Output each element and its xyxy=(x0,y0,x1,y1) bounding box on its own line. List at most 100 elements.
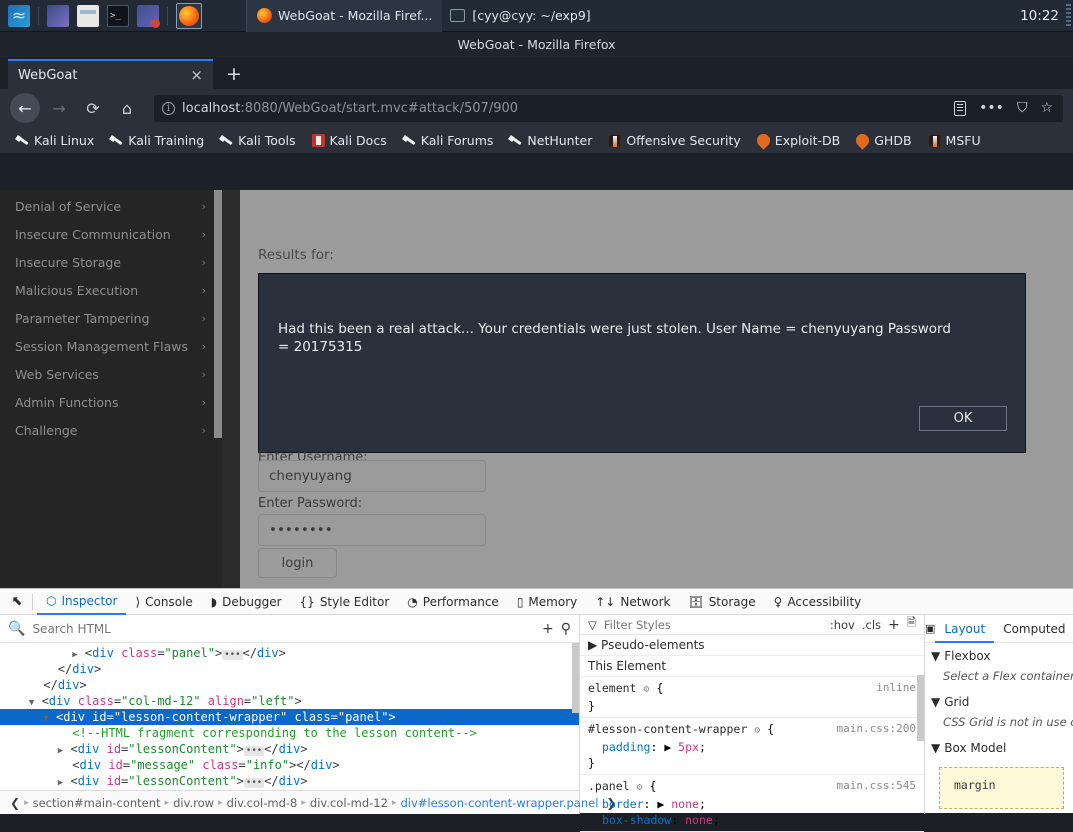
tab-network[interactable]: ↑↓ Network xyxy=(586,589,679,615)
twisty-icon[interactable]: ▶ xyxy=(58,778,63,788)
page-actions-icon[interactable]: ••• xyxy=(979,100,1004,116)
rule-source[interactable]: main.css:200 xyxy=(837,721,916,737)
sidebar-item-admin-functions[interactable]: Admin Functions › xyxy=(0,388,222,416)
gear-icon[interactable]: ⚙ xyxy=(754,725,760,736)
gear-icon[interactable]: ⚙ xyxy=(643,684,649,695)
pocket-icon[interactable]: ⛉ xyxy=(1017,100,1028,116)
bookmark-kali-docs[interactable]: Kali Docs xyxy=(304,129,395,151)
forward-icon[interactable]: → xyxy=(44,93,74,123)
twisty-icon[interactable]: ▶ xyxy=(58,746,63,756)
home-icon[interactable]: ⌂ xyxy=(112,93,142,123)
terminal-icon[interactable] xyxy=(107,4,129,27)
bookmark-exploit-db[interactable]: Exploit-DB xyxy=(749,129,848,151)
bookmark-kali-forums[interactable]: Kali Forums xyxy=(395,129,502,151)
twisty-icon[interactable]: ▶ xyxy=(72,650,77,660)
back-icon[interactable]: ← xyxy=(10,93,40,123)
twisty-icon[interactable]: ▼ xyxy=(29,698,34,708)
element-picker-icon[interactable]: ⬉ xyxy=(6,591,28,613)
markup-tree-row[interactable]: ▼ <div id="lesson-content-wrapper" class… xyxy=(0,709,579,725)
rule-source[interactable]: inline xyxy=(876,680,916,696)
ok-button[interactable]: OK xyxy=(919,406,1007,431)
breadcrumb-item-4[interactable]: div#lesson-content-wrapper.panel xyxy=(396,796,602,810)
tab-layout[interactable]: Layout xyxy=(935,615,995,643)
bookmark-ghdb[interactable]: GHDB xyxy=(848,129,919,151)
tab-performance[interactable]: ◔ Performance xyxy=(398,589,508,615)
markup-tree-row[interactable]: ▶ <div class="panel"> ••• </div> xyxy=(0,645,579,661)
username-input[interactable] xyxy=(258,460,486,492)
section-flexbox[interactable]: ▼ Flexbox xyxy=(925,643,1073,667)
css-property[interactable]: padding xyxy=(588,740,650,754)
bookmark-kali-tools[interactable]: Kali Tools xyxy=(212,129,303,151)
twisty-icon[interactable]: ▼ xyxy=(43,714,48,724)
gear-icon[interactable]: ⚙ xyxy=(636,782,642,793)
pseudo-elements-row[interactable]: ▶ Pseudo-elements xyxy=(580,635,924,656)
expand-pane-icon[interactable]: ▣ xyxy=(925,622,935,635)
bookmark-nethunter[interactable]: NetHunter xyxy=(501,129,600,151)
breadcrumb-item-1[interactable]: div.row xyxy=(169,796,218,810)
bookmark-msfu[interactable]: MSFU xyxy=(920,129,989,151)
css-rule-panel[interactable]: .panel ⚙ { main.css:545 border: ▶ none; … xyxy=(580,775,924,832)
markup-scrollbar[interactable] xyxy=(572,643,579,713)
markup-tree[interactable]: ▶ <div class="panel"> ••• </div> </div> </… xyxy=(0,643,579,790)
tab-console[interactable]: ⟩ Console xyxy=(126,589,201,615)
breadcrumb-item-2[interactable]: div.col-md-8 xyxy=(223,796,302,810)
section-grid[interactable]: ▼ Grid xyxy=(925,689,1073,713)
hov-toggle[interactable]: :hov xyxy=(830,618,855,632)
css-rule-element[interactable]: element ⚙ { inline} xyxy=(580,677,924,718)
url-bar[interactable]: i localhost:8080/WebGoat/start.mvc#attac… xyxy=(154,94,1063,122)
sidebar-item-insecure-storage[interactable]: Insecure Storage › xyxy=(0,248,222,276)
reader-mode-icon[interactable] xyxy=(954,100,967,116)
breadcrumb-prev-button[interactable]: ❮ xyxy=(6,796,24,810)
browser-tab-webgoat[interactable]: WebGoat × xyxy=(8,59,213,89)
remote-desktop-icon[interactable] xyxy=(137,4,160,28)
new-tab-button[interactable]: + xyxy=(226,65,242,84)
bookmark-kali-linux[interactable]: Kali Linux xyxy=(8,129,102,151)
markup-tree-row[interactable]: </div> xyxy=(0,661,579,677)
cls-toggle[interactable]: .cls xyxy=(862,618,881,632)
styles-scrollbar[interactable] xyxy=(917,675,924,741)
sidebar-item-insecure-communication[interactable]: Insecure Communication › xyxy=(0,220,222,248)
sidebar-item-session-management-flaws[interactable]: Session Management Flaws › xyxy=(0,332,222,360)
css-rule-lesson-content-wrapper[interactable]: #lesson-content-wrapper ⚙ { main.css:200… xyxy=(580,718,924,775)
reload-icon[interactable]: ⟳ xyxy=(78,93,108,123)
close-icon[interactable]: × xyxy=(190,67,203,83)
add-node-icon[interactable]: + xyxy=(542,621,554,637)
filter-styles-input[interactable] xyxy=(603,617,823,632)
markup-tree-row[interactable]: ▶ <div id="lessonContent"> ••• </div> xyxy=(0,773,579,789)
tab-storage[interactable]: 🗄 Storage xyxy=(679,589,764,615)
search-input[interactable] xyxy=(32,621,535,636)
sidebar-item-challenge[interactable]: Challenge › xyxy=(0,416,222,444)
print-icon[interactable]: 🗎 xyxy=(907,615,916,634)
sidebar-item-malicious-execution[interactable]: Malicious Execution › xyxy=(0,276,222,304)
markup-tree-row[interactable]: ▶ <div id="lessonContent"> ••• </div> xyxy=(0,741,579,757)
rule-source[interactable]: main.css:545 xyxy=(837,778,916,794)
markup-tree-row[interactable]: <!--HTML fragment corresponding to the l… xyxy=(0,725,579,741)
file-manager-icon[interactable] xyxy=(77,4,99,27)
add-rule-icon[interactable]: + xyxy=(888,617,900,633)
tab-memory[interactable]: ▯ Memory xyxy=(508,589,586,615)
css-value[interactable]: none xyxy=(685,813,713,827)
sidebar-item-parameter-tampering[interactable]: Parameter Tampering › xyxy=(0,304,222,332)
markup-tree-row[interactable]: ▼ <div class="col-md-12" align="left"> xyxy=(0,693,579,709)
login-button[interactable]: login xyxy=(258,548,337,578)
taskbar-window-firefox[interactable]: WebGoat - Mozilla Firef... xyxy=(246,0,443,32)
box-model-diagram[interactable]: margin xyxy=(939,767,1064,809)
site-info-icon[interactable]: i xyxy=(162,101,175,115)
css-value[interactable]: none xyxy=(671,797,699,811)
breadcrumb-item-0[interactable]: section#main-content xyxy=(29,796,165,810)
section-box-model[interactable]: ▼ Box Model xyxy=(925,735,1073,759)
taskbar-active-firefox[interactable] xyxy=(176,2,202,29)
bookmark-kali-training[interactable]: Kali Training xyxy=(102,129,212,151)
password-input[interactable] xyxy=(258,514,486,546)
tab-style-editor[interactable]: {} Style Editor xyxy=(291,589,399,615)
tab-inspector[interactable]: ⬡ Inspector xyxy=(37,589,127,615)
sidebar-item-denial-of-service[interactable]: Denial of Service › xyxy=(0,192,222,220)
app-purple-icon[interactable] xyxy=(47,4,69,27)
tab-accessibility[interactable]: ♀ Accessibility xyxy=(765,589,871,615)
tab-debugger[interactable]: ◗ Debugger xyxy=(202,589,291,615)
bookmark-offensive-security[interactable]: Offensive Security xyxy=(600,129,748,151)
markup-tree-row[interactable]: <div id="message" class="info"></div> xyxy=(0,757,579,773)
tab-computed[interactable]: Computed xyxy=(994,615,1073,643)
eyedropper-icon[interactable]: ⚲ xyxy=(561,621,571,637)
markup-tree-row[interactable]: </div> xyxy=(0,677,579,693)
